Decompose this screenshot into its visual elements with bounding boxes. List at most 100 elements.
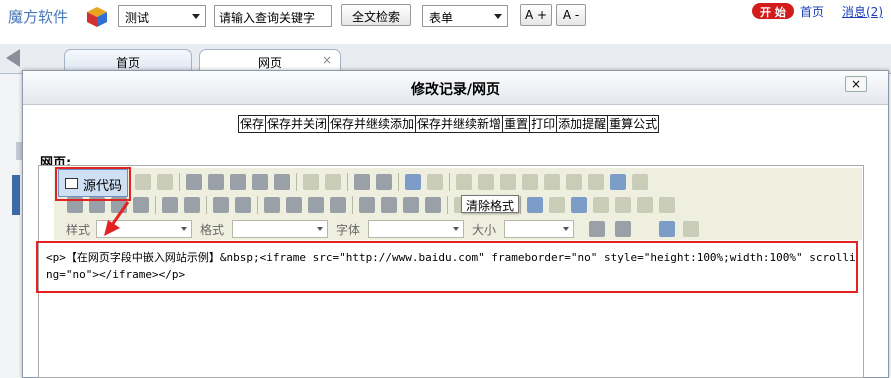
fulltext-search-button[interactable]: 全文检索: [341, 4, 411, 26]
toolbar-separator: [352, 196, 353, 214]
toolbar-separator: [520, 196, 521, 214]
source-code-textarea[interactable]: <p>【在网页字段中嵌入网站示例】&nbsp;<iframe src="http…: [46, 249, 856, 283]
app-logo-text: 魔方软件: [8, 8, 69, 26]
cube-logo-icon: [87, 7, 107, 27]
replace-icon[interactable]: [376, 174, 392, 190]
messages-link[interactable]: 消息(2): [842, 3, 883, 20]
align-center-icon[interactable]: [381, 197, 397, 213]
div-container-icon[interactable]: [330, 197, 346, 213]
toolbar-separator: [257, 196, 258, 214]
font-increase-button[interactable]: A +: [520, 4, 552, 26]
show-blocks-icon[interactable]: [683, 221, 699, 237]
outdent-icon[interactable]: [264, 197, 280, 213]
save-and-continue-add-button[interactable]: 保存并继续添加: [328, 115, 417, 133]
select-all-icon[interactable]: [405, 174, 421, 190]
toolbar-separator: [296, 173, 297, 191]
highlight-box-source-button: [55, 167, 131, 201]
image-button-icon[interactable]: [610, 174, 626, 190]
start-button[interactable]: 开 始: [752, 3, 794, 19]
indent-icon[interactable]: [286, 197, 302, 213]
home-link[interactable]: 首页: [800, 3, 824, 20]
paste-icon[interactable]: [230, 174, 246, 190]
add-reminder-button[interactable]: 添加提醒: [556, 115, 609, 133]
special-char-icon[interactable]: [637, 197, 653, 213]
chevron-down-icon: [494, 14, 502, 19]
table-icon[interactable]: [571, 197, 587, 213]
dialog-action-bar: 保存 保存并关闭 保存并继续添加 保存并继续新增 重置 打印 添加提醒 重算公式: [238, 115, 660, 133]
redo-icon[interactable]: [325, 174, 341, 190]
chevron-down-icon: [317, 227, 323, 231]
chevron-down-icon: [192, 14, 200, 19]
tab-webpage-label: 网页: [257, 56, 282, 70]
print-button[interactable]: 打印: [529, 115, 558, 133]
save-and-close-button[interactable]: 保存并关闭: [265, 115, 330, 133]
text-color-icon[interactable]: [589, 221, 605, 237]
remove-format-icon[interactable]: [427, 174, 443, 190]
align-left-icon[interactable]: [359, 197, 375, 213]
horizontal-rule-icon[interactable]: [593, 197, 609, 213]
close-icon[interactable]: ×: [322, 53, 332, 67]
chevron-down-icon: [181, 227, 187, 231]
red-arrow-icon: [104, 201, 130, 236]
paste-text-icon[interactable]: [252, 174, 268, 190]
font-combo[interactable]: [368, 220, 464, 238]
reset-button[interactable]: 重置: [502, 115, 531, 133]
form-select[interactable]: 表单: [422, 5, 508, 27]
copy-icon[interactable]: [208, 174, 224, 190]
undo-icon[interactable]: [303, 174, 319, 190]
blockquote-icon[interactable]: [308, 197, 324, 213]
smiley-icon[interactable]: [615, 197, 631, 213]
maximize-icon[interactable]: [659, 221, 675, 237]
paste-word-icon[interactable]: [274, 174, 290, 190]
back-arrow-icon[interactable]: [6, 49, 20, 67]
preview-icon[interactable]: [157, 174, 173, 190]
background-color-icon[interactable]: [615, 221, 631, 237]
radio-icon[interactable]: [500, 174, 516, 190]
checkbox-icon[interactable]: [478, 174, 494, 190]
tab-home-label: 首页: [115, 56, 140, 70]
dialog-close-button[interactable]: ×: [845, 76, 867, 92]
flash-icon[interactable]: [549, 197, 565, 213]
toolbar-separator: [179, 173, 180, 191]
dialog-title: 修改记录/网页: [23, 71, 888, 105]
superscript-icon[interactable]: [184, 197, 200, 213]
save-button[interactable]: 保存: [238, 115, 267, 133]
size-combo[interactable]: [504, 220, 574, 238]
recalculate-formula-button[interactable]: 重算公式: [607, 115, 660, 133]
category-select[interactable]: 测试: [118, 5, 206, 27]
toolbar-row-1: [132, 171, 651, 193]
toolbar-row-2: [64, 194, 678, 216]
category-select-value: 测试: [125, 11, 150, 25]
numbered-list-icon[interactable]: [213, 197, 229, 213]
form-icon[interactable]: [456, 174, 472, 190]
select-field-icon[interactable]: [566, 174, 582, 190]
size-combo-label: 大小: [472, 223, 497, 237]
align-justify-icon[interactable]: [425, 197, 441, 213]
toolbar-separator: [449, 173, 450, 191]
search-input[interactable]: 请输入查询关键字: [214, 5, 332, 27]
textarea-icon[interactable]: [544, 174, 560, 190]
hidden-field-icon[interactable]: [632, 174, 648, 190]
align-right-icon[interactable]: [403, 197, 419, 213]
bulleted-list-icon[interactable]: [235, 197, 251, 213]
background-side-handle: [12, 175, 20, 215]
new-page-icon[interactable]: [135, 174, 151, 190]
toolbar-separator: [347, 173, 348, 191]
image-icon[interactable]: [527, 197, 543, 213]
toolbar-separator: [398, 173, 399, 191]
chevron-down-icon: [563, 227, 569, 231]
clear-format-tooltip: 清除格式: [461, 195, 520, 213]
page-break-icon[interactable]: [659, 197, 675, 213]
save-and-continue-new-button[interactable]: 保存并继续新增: [415, 115, 504, 133]
subscript-icon[interactable]: [162, 197, 178, 213]
font-decrease-button[interactable]: A -: [556, 4, 586, 26]
text-field-icon[interactable]: [522, 174, 538, 190]
button-field-icon[interactable]: [588, 174, 604, 190]
cut-icon[interactable]: [186, 174, 202, 190]
toolbar-separator: [206, 196, 207, 214]
font-combo-label: 字体: [336, 223, 361, 237]
find-icon[interactable]: [354, 174, 370, 190]
form-select-value: 表单: [429, 11, 454, 25]
format-combo-label: 格式: [200, 223, 225, 237]
format-combo[interactable]: [232, 220, 328, 238]
